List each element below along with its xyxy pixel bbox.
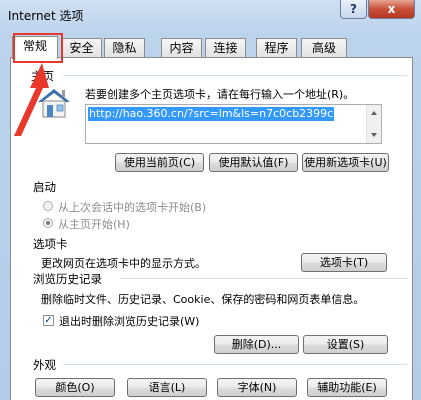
home-instruction: 若要创建多个主页选项卡，请在每行输入一个地址(R)。	[85, 88, 355, 101]
help-icon: ?	[350, 2, 357, 16]
help-button[interactable]: ?	[340, 0, 367, 19]
title-bar[interactable]: Internet 选项 ? x	[0, 0, 421, 30]
history-separator	[121, 278, 408, 279]
radio-start-home[interactable]	[43, 218, 53, 228]
fonts-button[interactable]: 字体(N)	[217, 378, 297, 397]
tab-security[interactable]: 安全	[61, 38, 102, 57]
tab-privacy[interactable]: 隐私	[104, 38, 145, 57]
general-tab-panel: 主页 若要创建多个主页选项卡，请在每行输入一个地址(R)。 http://hao…	[10, 57, 413, 400]
tab-content[interactable]: 内容	[161, 38, 202, 57]
home-page-url-value: http://hao.360.cn/?src=lm&ls=n7c0cb2399c	[88, 107, 335, 121]
appearance-separator	[63, 364, 407, 365]
accessibility-button[interactable]: 辅助功能(E)	[307, 378, 387, 397]
history-description: 删除临时文件、历史记录、Cookie、保存的密码和网页表单信息。	[41, 293, 365, 306]
tabs-settings-button[interactable]: 选项卡(T)	[301, 253, 387, 272]
home-separator	[63, 75, 407, 76]
radio-start-home-label: 从主页开始(H)	[58, 218, 130, 231]
url-scrollbar[interactable]	[366, 105, 381, 143]
radio-last-session[interactable]	[43, 201, 53, 211]
delete-on-exit-label: 退出时删除浏览历史记录(W)	[59, 315, 200, 328]
languages-button[interactable]: 语言(L)	[127, 378, 207, 397]
internet-options-window: Internet 选项 ? x 常规 安全 隐私 内容 连接 程序 高级 主页 …	[0, 0, 421, 400]
history-group-title: 浏览历史记录	[33, 272, 102, 286]
history-settings-button[interactable]: 设置(S)	[303, 335, 388, 354]
tab-advanced[interactable]: 高级	[301, 38, 347, 57]
tab-programs[interactable]: 程序	[256, 38, 297, 57]
colors-button[interactable]: 颜色(O)	[35, 378, 115, 397]
tab-highlight-annotation	[13, 33, 63, 63]
radio-last-session-label: 从上次会话中的选项卡开始(B)	[58, 201, 207, 214]
home-page-url-input[interactable]: http://hao.360.cn/?src=lm&ls=n7c0cb2399c	[85, 104, 382, 144]
startup-group-title: 启动	[33, 180, 56, 194]
tab-connections[interactable]: 连接	[205, 38, 246, 57]
home-icon	[38, 89, 70, 118]
delete-on-exit-checkbox[interactable]: ✓	[43, 315, 54, 326]
tabs-description: 更改网页在选项卡中的显示方式。	[41, 257, 206, 270]
use-new-tab-button[interactable]: 使用新选项卡(U)	[302, 153, 389, 172]
tabs-group-title: 选项卡	[33, 237, 68, 251]
scroll-down-icon[interactable]	[371, 133, 377, 137]
scroll-up-icon[interactable]	[371, 111, 377, 115]
delete-history-button[interactable]: 删除(D)...	[214, 335, 299, 354]
window-title: Internet 选项	[8, 9, 84, 23]
use-current-button[interactable]: 使用当前页(C)	[115, 153, 204, 172]
use-default-button[interactable]: 使用默认值(F)	[209, 153, 298, 172]
close-button[interactable]: x	[368, 0, 415, 19]
home-group-title: 主页	[31, 69, 54, 83]
close-icon: x	[387, 2, 396, 16]
appearance-group-title: 外观	[33, 358, 56, 372]
